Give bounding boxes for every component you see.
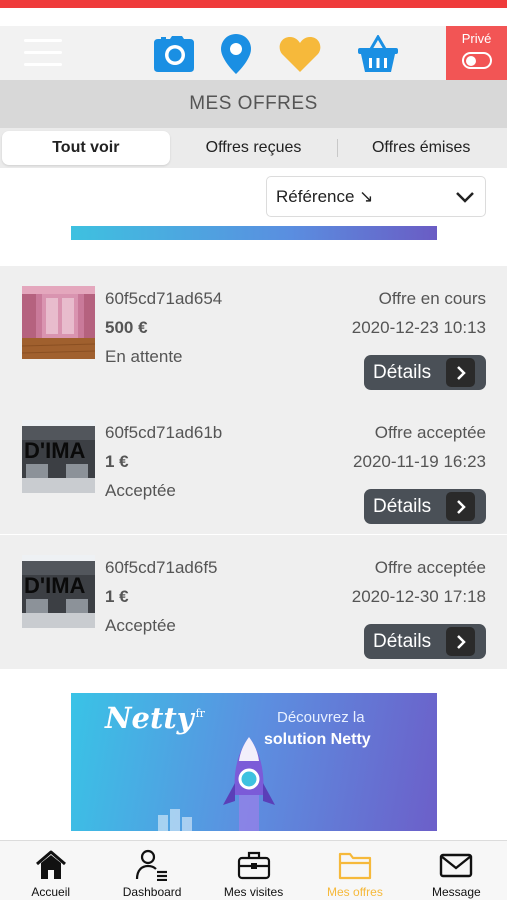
details-label: Détails [373, 495, 432, 517]
details-button[interactable]: Détails [364, 355, 486, 390]
map-pin-icon[interactable] [214, 34, 258, 74]
status-strip [0, 0, 507, 8]
chevron-right-icon [446, 627, 475, 656]
offer-card: 60f5cd71ad654 500 € En attente Offre en … [0, 266, 507, 400]
camera-icon[interactable] [152, 34, 196, 74]
nav-item-accueil[interactable]: Accueil [0, 841, 101, 900]
basket-icon[interactable] [356, 34, 400, 74]
heart-icon[interactable] [278, 34, 322, 74]
netty-banner[interactable]: Netty fr Découvrez la solution Netty [71, 693, 437, 831]
user-list-icon [135, 849, 169, 881]
details-button[interactable]: Détails [364, 489, 486, 524]
tab-offres-recues[interactable]: Offres reçues [170, 131, 338, 165]
nav-label: Mes visites [223, 885, 284, 899]
menu-icon[interactable] [24, 39, 62, 69]
offer-reference: 60f5cd71ad6f5 [105, 558, 218, 577]
chevron-right-icon [446, 358, 475, 387]
sort-select[interactable]: Référence ↘ [266, 176, 486, 217]
briefcase-icon [237, 849, 271, 881]
details-label: Détails [373, 361, 432, 383]
thumbnail-sign-text: D'IMA [24, 573, 86, 598]
promo-strip [71, 226, 437, 240]
offer-card: D'IMA 60f5cd71ad61b 1 € Acceptée Offre a… [0, 400, 507, 534]
nav-label: Message [431, 885, 481, 899]
tab-offres-emises[interactable]: Offres émises [337, 131, 505, 165]
offer-date: 2020-12-23 10:13 [351, 318, 486, 337]
nav-item-dashboard[interactable]: Dashboard [101, 841, 202, 900]
rocket-icon [223, 737, 275, 831]
banner-line-2: solution Netty [264, 731, 371, 748]
nav-label: Accueil [31, 885, 71, 899]
nav-item-mes-visites[interactable]: Mes visites [203, 841, 304, 900]
top-bar: Privé [0, 26, 507, 80]
offer-price: 1 € [105, 587, 129, 606]
bottom-nav: Accueil Dashboard Mes visites Mes offres… [0, 840, 507, 900]
nav-item-message[interactable]: Message [406, 841, 507, 900]
envelope-icon [439, 849, 473, 881]
offer-status: Offre en cours [378, 289, 486, 308]
chevron-down-icon [456, 192, 474, 203]
nav-label: Mes offres [327, 885, 383, 899]
status-bar [0, 8, 507, 26]
offer-thumbnail[interactable] [22, 286, 95, 359]
thumbnail-sign-text: D'IMA [24, 438, 86, 463]
banner-line-1: Découvrez la [277, 709, 365, 726]
chevron-right-icon [446, 492, 475, 521]
offer-state: En attente [105, 347, 183, 366]
nav-item-mes-offres[interactable]: Mes offres [304, 841, 405, 900]
offer-status: Offre acceptée [374, 423, 486, 442]
netty-logo: Netty fr [105, 701, 205, 735]
nav-label: Dashboard [122, 885, 182, 899]
prive-label: Privé [461, 31, 492, 46]
offer-thumbnail[interactable]: D'IMA [22, 555, 95, 628]
offer-state: Acceptée [105, 481, 176, 500]
offer-thumbnail[interactable]: D'IMA [22, 420, 95, 493]
page-title: MES OFFRES [0, 80, 507, 128]
offer-tabs: Tout voir Offres reçues Offres émises [0, 128, 507, 168]
details-button[interactable]: Détails [364, 624, 486, 659]
offer-status: Offre acceptée [374, 558, 486, 577]
offer-price: 1 € [105, 452, 129, 471]
prive-switch[interactable] [461, 52, 492, 69]
offer-price: 500 € [105, 318, 148, 337]
city-decoration-icon [158, 809, 192, 831]
tab-tout-voir[interactable]: Tout voir [2, 131, 170, 165]
home-icon [35, 849, 67, 881]
offer-card: D'IMA 60f5cd71ad6f5 1 € Acceptée Offre a… [0, 535, 507, 669]
offer-date: 2020-11-19 16:23 [353, 452, 486, 471]
offer-date: 2020-12-30 17:18 [351, 587, 486, 606]
prive-toggle-panel[interactable]: Privé [446, 26, 507, 80]
offer-state: Acceptée [105, 616, 176, 635]
sort-selected-value: Référence ↘ [276, 186, 374, 206]
offer-reference: 60f5cd71ad61b [105, 423, 223, 442]
details-label: Détails [373, 630, 432, 652]
folder-icon [338, 849, 372, 881]
offer-reference: 60f5cd71ad654 [105, 289, 223, 308]
